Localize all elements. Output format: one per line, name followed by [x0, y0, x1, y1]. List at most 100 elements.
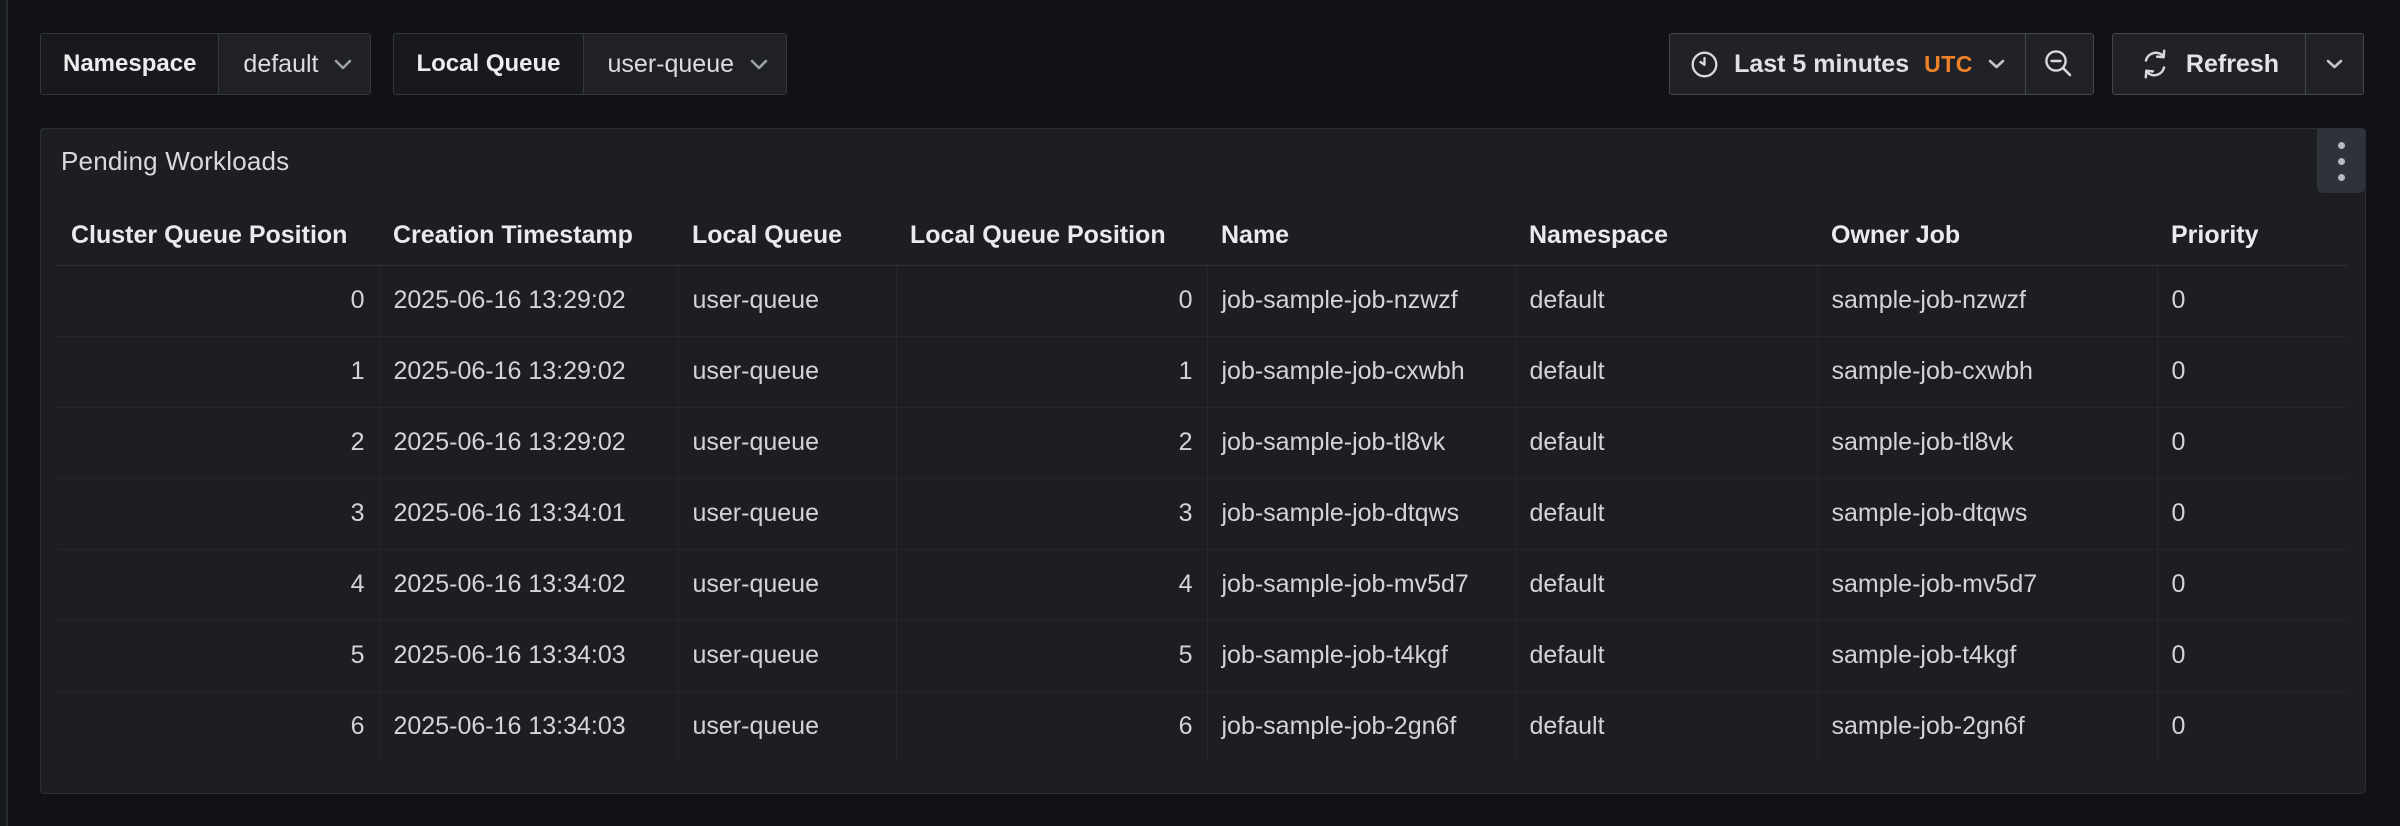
column-header-priority[interactable]: Priority	[2157, 207, 2347, 265]
cell-cluster-queue-position: 5	[57, 620, 379, 691]
chevron-down-icon	[2326, 59, 2343, 69]
column-header-local-queue[interactable]: Local Queue	[678, 207, 896, 265]
cell-namespace: default	[1515, 478, 1817, 549]
left-edge-divider	[0, 0, 8, 826]
spacer	[2094, 33, 2112, 95]
refresh-sync-icon	[2139, 48, 2171, 80]
cell-creation-timestamp: 2025-06-16 13:29:02	[379, 336, 678, 407]
cell-owner-job: sample-job-tl8vk	[1817, 407, 2157, 478]
variable-control-namespace: Namespace default	[40, 33, 371, 95]
cell-local-queue: user-queue	[678, 336, 896, 407]
column-header-name[interactable]: Name	[1207, 207, 1515, 265]
time-range-label: Last 5 minutes	[1734, 50, 1909, 79]
cell-cluster-queue-position: 6	[57, 691, 379, 762]
chevron-down-icon	[750, 59, 768, 70]
column-header-cluster-queue-position[interactable]: Cluster Queue Position	[57, 207, 379, 265]
variable-control-local-queue: Local Queue user-queue	[393, 33, 787, 95]
cell-name: job-sample-job-2gn6f	[1207, 691, 1515, 762]
refresh-interval-dropdown[interactable]	[2305, 34, 2363, 94]
cell-creation-timestamp: 2025-06-16 13:34:02	[379, 549, 678, 620]
table-row: 22025-06-16 13:29:02user-queue2job-sampl…	[57, 407, 2347, 478]
cell-namespace: default	[1515, 265, 1817, 336]
cell-namespace: default	[1515, 336, 1817, 407]
cell-creation-timestamp: 2025-06-16 13:34:01	[379, 478, 678, 549]
cell-namespace: default	[1515, 691, 1817, 762]
cell-owner-job: sample-job-2gn6f	[1817, 691, 2157, 762]
cell-name: job-sample-job-cxwbh	[1207, 336, 1515, 407]
cell-name: job-sample-job-mv5d7	[1207, 549, 1515, 620]
cell-cluster-queue-position: 0	[57, 265, 379, 336]
cell-namespace: default	[1515, 549, 1817, 620]
cell-priority: 0	[2157, 407, 2347, 478]
cell-local-queue-position: 0	[896, 265, 1207, 336]
zoom-out-time-range-button[interactable]	[2025, 34, 2093, 94]
column-header-namespace[interactable]: Namespace	[1515, 207, 1817, 265]
panel-menu-button[interactable]	[2317, 129, 2365, 193]
cell-creation-timestamp: 2025-06-16 13:29:02	[379, 265, 678, 336]
kebab-vertical-icon	[2338, 142, 2345, 181]
variable-value-local-queue[interactable]: user-queue	[583, 34, 786, 94]
cell-local-queue-position: 3	[896, 478, 1207, 549]
cell-local-queue: user-queue	[678, 478, 896, 549]
cell-name: job-sample-job-tl8vk	[1207, 407, 1515, 478]
column-header-local-queue-position[interactable]: Local Queue Position	[896, 207, 1207, 265]
time-picker-group: Last 5 minutes UTC	[1669, 33, 2094, 95]
panel-header: Pending Workloads	[41, 129, 2365, 193]
cell-creation-timestamp: 2025-06-16 13:29:02	[379, 407, 678, 478]
cell-namespace: default	[1515, 620, 1817, 691]
table-row: 12025-06-16 13:29:02user-queue1job-sampl…	[57, 336, 2347, 407]
table-header-row: Cluster Queue PositionCreation Timestamp…	[57, 207, 2347, 265]
cell-priority: 0	[2157, 549, 2347, 620]
cell-name: job-sample-job-nzwzf	[1207, 265, 1515, 336]
cell-cluster-queue-position: 2	[57, 407, 379, 478]
cell-owner-job: sample-job-mv5d7	[1817, 549, 2157, 620]
cell-local-queue-position: 4	[896, 549, 1207, 620]
variable-selected-namespace: default	[243, 50, 318, 79]
column-header-owner-job[interactable]: Owner Job	[1817, 207, 2157, 265]
cell-priority: 0	[2157, 478, 2347, 549]
cell-name: job-sample-job-t4kgf	[1207, 620, 1515, 691]
cell-cluster-queue-position: 4	[57, 549, 379, 620]
table-row: 52025-06-16 13:34:03user-queue5job-sampl…	[57, 620, 2347, 691]
variable-value-namespace[interactable]: default	[218, 34, 370, 94]
cell-local-queue: user-queue	[678, 407, 896, 478]
pending-workloads-panel: Pending Workloads Cluster Queue Position…	[40, 128, 2366, 794]
chevron-down-icon	[1988, 59, 2005, 69]
cell-local-queue-position: 1	[896, 336, 1207, 407]
workloads-table-container: Cluster Queue PositionCreation Timestamp…	[41, 207, 2365, 762]
cell-cluster-queue-position: 1	[57, 336, 379, 407]
cell-local-queue-position: 5	[896, 620, 1207, 691]
cell-local-queue-position: 6	[896, 691, 1207, 762]
cell-priority: 0	[2157, 620, 2347, 691]
cell-priority: 0	[2157, 691, 2347, 762]
refresh-button[interactable]: Refresh	[2113, 34, 2305, 94]
table-row: 42025-06-16 13:34:02user-queue4job-sampl…	[57, 549, 2347, 620]
cell-local-queue: user-queue	[678, 620, 896, 691]
workloads-table: Cluster Queue PositionCreation Timestamp…	[57, 207, 2347, 762]
dashboard-controls-bar: Namespace default Local Queue user-queue…	[40, 33, 2364, 95]
refresh-button-label: Refresh	[2186, 50, 2279, 79]
cell-name: job-sample-job-dtqws	[1207, 478, 1515, 549]
cell-local-queue-position: 2	[896, 407, 1207, 478]
cell-namespace: default	[1515, 407, 1817, 478]
variable-label-namespace: Namespace	[41, 34, 218, 94]
cell-owner-job: sample-job-dtqws	[1817, 478, 2157, 549]
cell-owner-job: sample-job-nzwzf	[1817, 265, 2157, 336]
cell-local-queue: user-queue	[678, 265, 896, 336]
table-row: 62025-06-16 13:34:03user-queue6job-sampl…	[57, 691, 2347, 762]
variable-label-local-queue: Local Queue	[394, 34, 582, 94]
cell-owner-job: sample-job-cxwbh	[1817, 336, 2157, 407]
cell-owner-job: sample-job-t4kgf	[1817, 620, 2157, 691]
variable-selected-local-queue: user-queue	[608, 50, 734, 79]
cell-priority: 0	[2157, 265, 2347, 336]
table-body: 02025-06-16 13:29:02user-queue0job-sampl…	[57, 265, 2347, 762]
time-and-refresh-controls: Last 5 minutes UTC	[1669, 33, 2364, 95]
magnifier-minus-icon	[2042, 47, 2076, 81]
column-header-creation-timestamp[interactable]: Creation Timestamp	[379, 207, 678, 265]
refresh-group: Refresh	[2112, 33, 2364, 95]
time-picker-button[interactable]: Last 5 minutes UTC	[1670, 34, 2025, 94]
table-row: 02025-06-16 13:29:02user-queue0job-sampl…	[57, 265, 2347, 336]
clock-icon	[1690, 50, 1719, 79]
timezone-badge: UTC	[1924, 51, 1973, 78]
cell-creation-timestamp: 2025-06-16 13:34:03	[379, 620, 678, 691]
